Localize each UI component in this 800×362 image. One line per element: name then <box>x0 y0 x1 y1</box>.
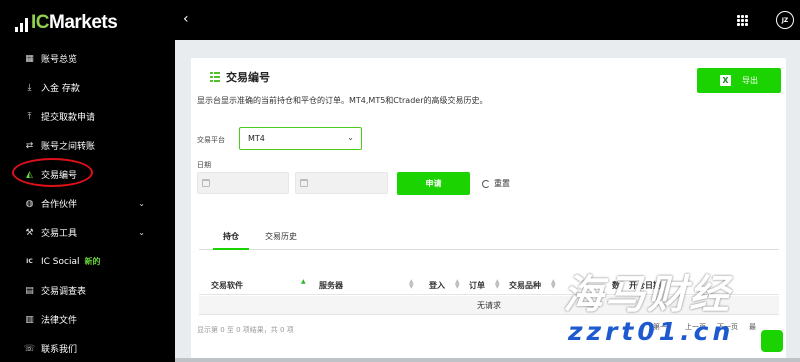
dashboard-icon: ▦ <box>25 53 34 64</box>
sidebar-item-label: 交易调查表 <box>41 287 87 297</box>
export-button[interactable]: X 导出 <box>697 68 781 93</box>
page-description: 显示台显示准确的当前持仓和平仓的订单。MT4,MT5和Ctrader的高级交易历… <box>197 96 488 105</box>
chevron-down-icon: ⌄ <box>347 133 354 142</box>
sidebar-item-label: 提交取款申请 <box>41 113 96 123</box>
sidebar-item-legal[interactable]: ▥ 法律文件 <box>0 305 175 334</box>
submit-button[interactable]: 申请 <box>397 172 470 195</box>
sidebar-item-label: 账号之间转账 <box>41 142 96 152</box>
column-header[interactable]: 登入 <box>429 280 445 291</box>
column-header[interactable]: 服务器 <box>319 280 343 291</box>
sidebar-item-label: 合作伙伴 <box>41 200 78 210</box>
chat-button[interactable] <box>761 330 783 352</box>
sidebar-item-account-overview[interactable]: ▦ 账号总览 <box>0 44 175 73</box>
platform-value: MT4 <box>248 134 265 143</box>
sidebar-item-transfer[interactable]: ⇄ 账号之间转账 <box>0 131 175 160</box>
deposit-icon: ⤓ <box>27 82 32 93</box>
survey-icon: ▤ <box>25 285 34 296</box>
back-icon[interactable]: ‹ <box>183 12 189 26</box>
table-header: 交易软件 ▲ 服务器 ▲ ▼ 登入 ▲ ▼ 订单 ▲ ▼ 交易品种 ▲ ▼ 数 开仓日期 <box>199 275 779 295</box>
page-title-text: 交易编号 <box>226 71 270 84</box>
pager-next[interactable]: 下一页 <box>717 322 738 332</box>
sidebar-item-survey[interactable]: ▤ 交易调查表 <box>0 276 175 305</box>
partner-icon: ◍ <box>25 198 34 209</box>
sort-icon[interactable]: ▲ ▼ <box>495 279 500 290</box>
end-date-input[interactable] <box>295 172 388 194</box>
logo-bars-icon <box>15 18 28 32</box>
sidebar-item-withdraw[interactable]: ⤒ 提交取款申请 <box>0 102 175 131</box>
sort-icon[interactable]: ▲ ▼ <box>455 279 460 290</box>
export-label: 导出 <box>742 76 758 85</box>
sidebar-nav: ▦ 账号总览 ⤓ 入金 存款 ⤒ 提交取款申请 ⇄ 账号之间转账 ◭ 交易编号 … <box>0 44 175 362</box>
column-header[interactable]: 订单 <box>469 280 485 291</box>
sidebar-item-label: 交易工具 <box>41 229 78 239</box>
legal-icon: ▥ <box>25 314 34 325</box>
date-label: 日期 <box>197 161 211 169</box>
sidebar-item-ic-social[interactable]: IC IC Social 新的 <box>0 247 175 276</box>
avatar[interactable]: JZ <box>776 11 794 29</box>
list-icon <box>210 72 220 82</box>
sort-icon[interactable]: ▲ ▼ <box>551 279 556 290</box>
topbar: ‹ JZ <box>175 0 800 40</box>
transfer-icon: ⇄ <box>25 140 34 151</box>
ic-social-icon: IC <box>26 258 33 265</box>
sidebar-item-partners[interactable]: ◍ 合作伙伴 ⌄ <box>0 189 175 218</box>
pager-last[interactable]: 最 <box>749 322 756 332</box>
tabs: 持仓 交易历史 <box>199 231 779 250</box>
column-header[interactable]: 交易软件 <box>211 280 243 291</box>
results-info: 显示第 0 至 0 项结果，共 0 项 <box>197 326 294 334</box>
brand-logo[interactable]: ICMarkets <box>15 12 118 33</box>
sidebar-item-label: 法律文件 <box>41 316 78 326</box>
page-title: 交易编号 <box>210 69 270 85</box>
withdraw-icon: ⤒ <box>27 111 32 122</box>
trade-history-card: 交易编号 X 导出 显示台显示准确的当前持仓和平仓的订单。MT4,MT5和Ctr… <box>191 58 786 362</box>
platform-label: 交易平台 <box>197 136 225 144</box>
pager-first[interactable]: 第一 <box>653 322 667 332</box>
sidebar-item-label: IC Social <box>41 256 80 267</box>
sort-asc-icon[interactable]: ▲ <box>301 279 306 285</box>
sidebar-item-tools[interactable]: ⚒ 交易工具 ⌄ <box>0 218 175 247</box>
sidebar-item-contact[interactable]: ☏ 联系我们 <box>0 334 175 362</box>
main-content: 交易编号 X 导出 显示台显示准确的当前持仓和平仓的订单。MT4,MT5和Ctr… <box>175 40 800 362</box>
sidebar-item-deposit[interactable]: ⤓ 入金 存款 <box>0 73 175 102</box>
sidebar-item-label: 联系我们 <box>41 345 78 355</box>
sidebar: ICMarkets ▦ 账号总览 ⤓ 入金 存款 ⤒ 提交取款申请 ⇄ 账号之间… <box>0 0 175 362</box>
sidebar-item-label: 入金 存款 <box>41 84 80 94</box>
apps-grid-icon[interactable] <box>737 15 748 26</box>
contact-icon: ☏ <box>23 343 36 354</box>
new-badge: 新的 <box>84 257 101 266</box>
start-date-input[interactable] <box>197 172 289 194</box>
horizontal-scrollbar[interactable] <box>175 358 800 362</box>
reset-button[interactable]: 重置 <box>482 178 510 189</box>
calendar-icon <box>202 179 210 187</box>
logo-text: ICMarkets <box>31 12 118 33</box>
platform-select[interactable]: MT4 ⌄ <box>239 127 362 150</box>
column-header[interactable]: 交易品种 <box>509 280 541 291</box>
pager-prev[interactable]: 上一页 <box>685 322 706 332</box>
chevron-down-icon: ⌄ <box>138 199 145 208</box>
excel-icon: X <box>720 75 731 86</box>
calendar-icon <box>300 179 308 187</box>
highlight-circle <box>12 158 93 187</box>
tab-trade-history[interactable]: 交易历史 <box>265 231 297 250</box>
refresh-icon <box>482 179 490 188</box>
tab-open-positions[interactable]: 持仓 <box>213 231 249 250</box>
app-root: ICMarkets ▦ 账号总览 ⤓ 入金 存款 ⤒ 提交取款申请 ⇄ 账号之间… <box>0 0 800 362</box>
reset-label: 重置 <box>494 179 510 188</box>
empty-table-row: 无请求 <box>199 296 779 315</box>
sidebar-item-label: 账号总览 <box>41 55 78 65</box>
column-header[interactable]: 开仓日期 <box>629 280 661 291</box>
column-header[interactable]: 数 <box>612 280 620 291</box>
chevron-down-icon: ⌄ <box>138 228 145 237</box>
tools-icon: ⚒ <box>25 227 34 238</box>
sort-icon[interactable]: ▲ ▼ <box>409 279 414 290</box>
